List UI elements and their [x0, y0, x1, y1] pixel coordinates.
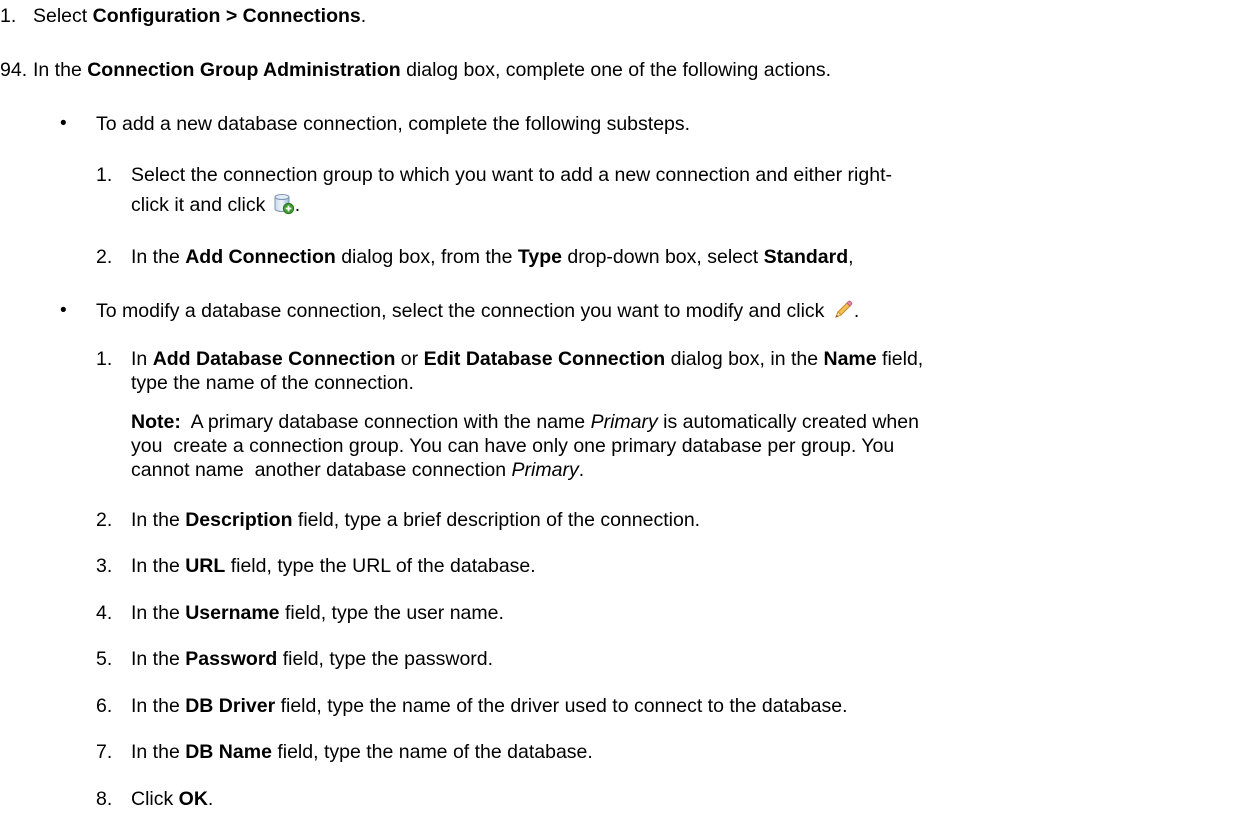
note-line: you create a connection group. You can h…	[131, 435, 895, 457]
field-name: Type	[517, 246, 562, 268]
field-name: URL	[185, 555, 226, 577]
substep-number: 1.	[96, 164, 113, 186]
step-text-part: .	[360, 5, 367, 27]
substep-text: In the Add Connection dialog box, from t…	[131, 246, 854, 268]
substep-number: 6.	[96, 695, 113, 717]
note-line: Note: A primary database connection with…	[131, 411, 919, 433]
step-text-part: In the	[33, 59, 88, 81]
edit-pencil-icon	[832, 299, 854, 321]
bullet-text: To add a new database connection, comple…	[96, 113, 691, 135]
substep-number: 7.	[96, 741, 113, 763]
field-name: Name	[823, 348, 877, 370]
substep-number: 2.	[96, 509, 113, 531]
dialog-name: Add Connection	[185, 246, 336, 268]
substep-number: 4.	[96, 602, 113, 624]
substep-text: In the URL field, type the URL of the da…	[131, 555, 536, 577]
substep-number: 1.	[96, 348, 113, 370]
field-name: DB Driver	[185, 695, 276, 717]
step-number: 1.	[0, 5, 17, 27]
step-text-part: dialog box, complete one of the followin…	[400, 59, 832, 81]
substep-text: In the DB Name field, type the name of t…	[131, 741, 593, 763]
substep-number: 2.	[96, 246, 113, 268]
step-text-part: Select	[33, 5, 93, 27]
note-line: cannot name another database connection …	[131, 459, 585, 481]
dialog-name: Add Database Connection	[152, 348, 396, 370]
bullet-mark: •	[60, 300, 67, 321]
step-text: In the Connection Group Administration d…	[33, 58, 831, 82]
bullet-text: To modify a database connection, select …	[96, 299, 860, 322]
field-name: Username	[185, 602, 280, 624]
add-database-icon	[273, 193, 295, 215]
note-label: Note:	[131, 411, 181, 433]
step-text: Select Configuration > Connections.	[33, 4, 366, 28]
substep-text-continued: click it and click .	[131, 193, 301, 216]
substep-number: 8.	[96, 788, 113, 810]
substep-text: In Add Database Connection or Edit Datab…	[131, 348, 924, 370]
substep-text-continued: type the name of the connection.	[131, 372, 414, 394]
substep-text: In the Password field, type the password…	[131, 648, 494, 670]
button-name: OK	[178, 788, 208, 810]
substep-text: Select the connection group to which you…	[131, 164, 892, 186]
field-name: Description	[185, 509, 293, 531]
option-name: Standard	[763, 246, 849, 268]
dialog-name: Edit Database Connection	[423, 348, 666, 370]
substep-number: 3.	[96, 555, 113, 577]
field-name: DB Name	[185, 741, 272, 763]
substep-number: 5.	[96, 648, 113, 670]
bullet-mark: •	[60, 113, 67, 134]
substep-text: Click OK.	[131, 788, 214, 810]
dialog-name: Connection Group Administration	[87, 59, 401, 81]
substep-text: In the DB Driver field, type the name of…	[131, 695, 848, 717]
substep-text: In the Description field, type a brief d…	[131, 509, 701, 531]
step-number: 94.	[0, 59, 28, 81]
menu-path: Configuration > Connections	[92, 5, 361, 27]
field-name: Password	[185, 648, 278, 670]
substep-text: In the Username field, type the user nam…	[131, 602, 504, 624]
